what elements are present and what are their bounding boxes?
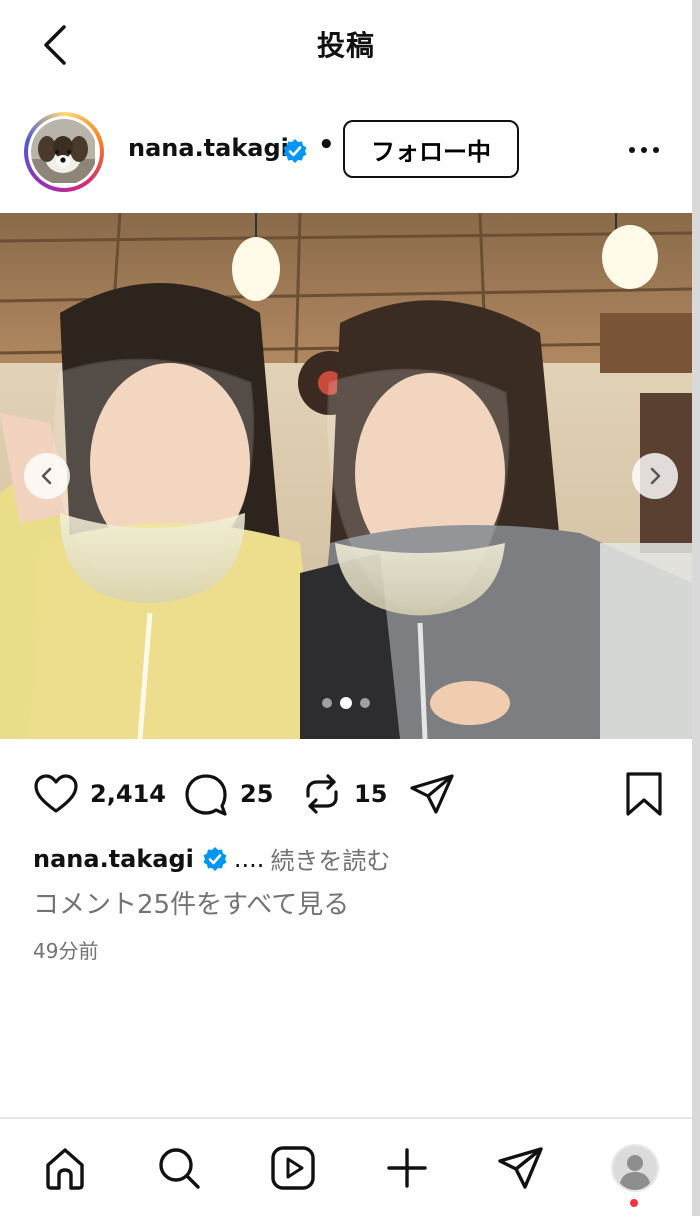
post-actions: 2,414 25 15 xyxy=(0,770,692,830)
like-button[interactable]: 2,414 xyxy=(32,770,166,818)
nav-messages[interactable] xyxy=(494,1141,548,1195)
bottom-nav xyxy=(0,1117,692,1216)
read-more-link[interactable]: 続きを読む xyxy=(270,841,390,876)
comment-icon xyxy=(185,774,227,816)
create-icon xyxy=(387,1148,427,1188)
carousel-dot xyxy=(360,698,370,708)
caption: nana.takagi .... 続きを読む xyxy=(33,841,390,876)
author-username[interactable]: nana.takagi xyxy=(128,134,289,162)
bookmark-icon xyxy=(626,772,662,816)
more-icon xyxy=(629,147,659,153)
nav-home[interactable] xyxy=(38,1141,92,1195)
more-options-button[interactable] xyxy=(624,136,664,164)
chevron-left-icon xyxy=(41,467,52,485)
view-all-comments-link[interactable]: コメント25件をすべて見る xyxy=(33,884,349,921)
carousel-dot-active xyxy=(340,697,352,709)
notification-dot xyxy=(630,1199,638,1207)
carousel-next-button[interactable] xyxy=(632,453,678,499)
like-count: 2,414 xyxy=(90,780,166,808)
bookmark-button[interactable] xyxy=(622,770,666,818)
post-timestamp: 49分前 xyxy=(33,939,99,963)
home-icon xyxy=(46,1148,84,1190)
chevron-right-icon xyxy=(650,467,661,485)
repost-icon xyxy=(306,774,338,814)
post-page: 投稿 nana.takagi • フォロー中 2,414 25 15 nana.… xyxy=(0,0,700,1216)
reels-icon xyxy=(271,1146,315,1190)
profile-icon xyxy=(611,1144,659,1192)
author-row: nana.takagi • フォロー中 xyxy=(0,108,692,196)
verified-icon xyxy=(283,139,307,163)
page-title: 投稿 xyxy=(316,29,375,62)
scrollbar[interactable] xyxy=(692,0,700,1216)
messages-icon xyxy=(498,1147,543,1189)
repost-count: 15 xyxy=(354,780,388,808)
share-button[interactable] xyxy=(408,770,456,818)
nav-profile[interactable] xyxy=(608,1141,662,1195)
caption-username[interactable]: nana.takagi xyxy=(33,845,194,873)
share-icon xyxy=(410,774,454,814)
caption-truncated: .... xyxy=(233,844,265,873)
header: 投稿 xyxy=(0,0,692,90)
carousel-indicator xyxy=(0,697,692,709)
nav-create[interactable] xyxy=(380,1141,434,1195)
nav-search[interactable] xyxy=(152,1141,206,1195)
following-button[interactable]: フォロー中 xyxy=(343,120,519,178)
nav-reels[interactable] xyxy=(266,1141,320,1195)
carousel-prev-button[interactable] xyxy=(24,453,70,499)
carousel-dot xyxy=(322,698,332,708)
repost-button[interactable]: 15 xyxy=(300,770,387,818)
separator-dot: • xyxy=(318,130,335,160)
verified-icon xyxy=(203,846,227,871)
search-icon xyxy=(159,1148,200,1189)
comment-button[interactable]: 25 xyxy=(182,770,273,818)
post-photo xyxy=(0,213,692,739)
heart-icon xyxy=(34,774,78,813)
comment-count: 25 xyxy=(240,780,274,808)
avatar[interactable] xyxy=(24,112,104,192)
